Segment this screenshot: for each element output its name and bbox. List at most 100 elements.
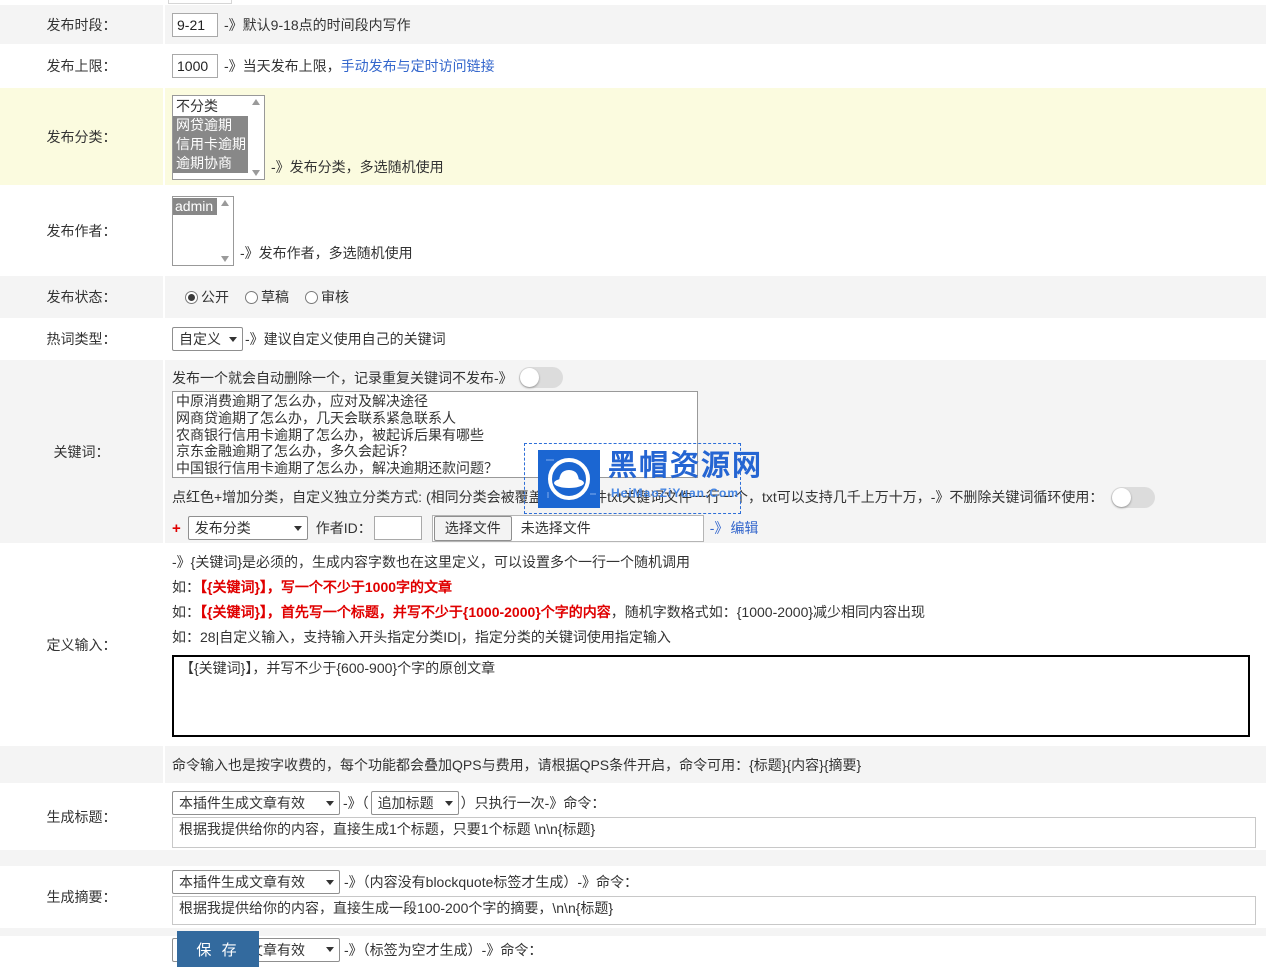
row-keywords: 关键词： 发布一个就会自动删除一个，记录重复关键词不发布-》 中原消费逾期了怎么… — [0, 360, 1266, 543]
keyword-line[interactable]: 农商银行信用卡逾期了怎么办，被起诉后果有哪些 — [176, 427, 694, 444]
row-define-input: 定义输入： -》{关键词}是必须的，生成内容字数也在这里定义，可以设置多个一行一… — [0, 543, 1266, 746]
row-publish-limit: 发布上限： -》当天发布上限， 手动发布与定时访问链接 — [0, 44, 1266, 88]
scroll-down-icon[interactable] — [221, 256, 229, 262]
hotword-type-desc: -》建议自定义使用自己的关键词 — [245, 329, 446, 349]
scroll-up-icon[interactable] — [221, 200, 229, 206]
publish-time-input[interactable] — [172, 13, 218, 37]
row-publish-time: 发布时段： -》默认9-18点的时间段内写作 — [0, 5, 1266, 44]
author-multiselect[interactable]: admin — [172, 196, 234, 266]
manual-publish-link[interactable]: 手动发布与定时访问链接 — [341, 56, 495, 76]
radio-draft[interactable]: 草稿 — [245, 287, 289, 307]
define-input-hint: -》{关键词}是必须的，生成内容字数也在这里定义，可以设置多个一行一个随机调用 — [172, 555, 1266, 570]
select-value: 本插件生成文章有效 — [179, 793, 305, 813]
add-category-button[interactable]: + — [172, 520, 181, 537]
gen-title-mid2: ）只执行一次-》命令： — [461, 793, 606, 813]
radio-label: 草稿 — [261, 287, 289, 307]
edit-arrow: -》 — [710, 518, 729, 538]
example-prefix: 如： — [172, 579, 200, 595]
row-publish-category: 发布分类： 不分类 网贷逾期 信用卡逾期 逾期协商 -》发布分类，多选随机使用 — [0, 88, 1266, 185]
publish-category-desc: -》发布分类，多选随机使用 — [271, 157, 444, 177]
keywords-label: 关键词： — [0, 360, 165, 543]
edit-link[interactable]: 编辑 — [730, 518, 758, 538]
publish-author-desc: -》发布作者，多选随机使用 — [240, 243, 413, 263]
empty-label — [0, 936, 165, 960]
category-upload-note: 点红色+增加分类，自定义独立分类方式: (相同分类会被覆盖) 上传文件txt关键… — [172, 487, 1103, 507]
example-prefix: 如： — [172, 604, 200, 620]
keyword-line[interactable]: 中国银行信用卡逾期了怎么办，解决逾期还款问题？ — [176, 460, 694, 477]
hotword-type-select[interactable]: 自定义 — [172, 327, 243, 351]
gen-summary-mode-select[interactable]: 本插件生成文章有效 — [172, 870, 340, 894]
auto-delete-note: 发布一个就会自动删除一个，记录重复关键词不发布-》 — [172, 368, 513, 388]
gen-tags-desc: -》（标签为空才生成）-》命令： — [344, 940, 542, 960]
publish-time-desc: -》默认9-18点的时间段内写作 — [224, 15, 411, 35]
keyword-line[interactable]: 中原消费逾期了怎么办，应对及解决途径 — [176, 393, 694, 410]
chevron-down-icon — [445, 801, 453, 806]
gen-title-command-textarea[interactable]: 根据我提供给你的内容，直接生成1个标题，只要1个标题 \n\n{标题} — [172, 817, 1256, 848]
radio-circle-icon — [185, 291, 198, 304]
publish-limit-desc: -》当天发布上限， — [224, 56, 341, 76]
gen-summary-command-textarea[interactable]: 根据我提供给你的内容，直接生成一段100-200个字的摘要，\n\n{标题} — [172, 896, 1256, 925]
toggle-knob-icon — [1112, 488, 1131, 507]
row-publish-author: 发布作者： admin -》发布作者，多选随机使用 — [0, 185, 1266, 276]
chevron-down-icon — [294, 526, 302, 531]
publish-author-label: 发布作者： — [0, 185, 165, 276]
empty-label — [0, 746, 165, 783]
listbox-option[interactable]: admin — [173, 198, 217, 215]
define-input-textarea[interactable]: 【{关键词}】，并写不少于{600-900}个字的原创文章 — [172, 655, 1250, 737]
row-gen-title: 生成标题： 本插件生成文章有效 -》（ 追加标题 ）只执行一次-》命令： 根据我… — [0, 783, 1266, 850]
clipped-input-fragment — [168, 0, 232, 4]
no-repeat-toggle[interactable] — [519, 367, 563, 388]
chevron-down-icon — [326, 880, 334, 885]
keywords-listbox[interactable]: 中原消费逾期了怎么办，应对及解决途径 网商贷逾期了怎么办，几天会联系紧急联系人 … — [172, 391, 698, 478]
listbox-scrollbar[interactable] — [217, 197, 233, 265]
file-status-text: 未选择文件 — [521, 518, 591, 538]
radio-label: 公开 — [201, 287, 229, 307]
define-input-example1: 如：【{关键词}】，写一个不少于1000字的文章 — [172, 580, 1266, 595]
radio-public[interactable]: 公开 — [185, 287, 229, 307]
select-value: 追加标题 — [378, 793, 434, 813]
scroll-up-icon[interactable] — [252, 99, 260, 105]
keyword-category-select[interactable]: 发布分类 — [188, 516, 308, 540]
select-value: 发布分类 — [195, 518, 251, 538]
gen-title-append-select[interactable]: 追加标题 — [371, 791, 459, 815]
gen-title-mode-select[interactable]: 本插件生成文章有效 — [172, 791, 340, 815]
listbox-option[interactable]: 不分类 — [173, 97, 248, 116]
author-id-label: 作者ID： — [316, 518, 372, 538]
radio-circle-icon — [305, 291, 318, 304]
publish-status-label: 发布状态： — [0, 276, 165, 318]
listbox-option[interactable]: 网贷逾期 — [173, 116, 248, 135]
chevron-down-icon — [326, 801, 334, 806]
publish-time-label: 发布时段： — [0, 5, 165, 44]
gen-summary-label: 生成摘要： — [0, 866, 165, 928]
category-multiselect[interactable]: 不分类 网贷逾期 信用卡逾期 逾期协商 — [172, 95, 265, 180]
define-input-example3: 如：28|自定义输入，支持输入开头指定分类ID|，指定分类的关键词使用指定输入 — [172, 630, 1266, 645]
chevron-down-icon — [229, 337, 237, 342]
define-input-label: 定义输入： — [0, 543, 165, 746]
example-red-text: 【{关键词}】，写一个不少于1000字的文章 — [200, 579, 452, 595]
file-input[interactable]: 选择文件 未选择文件 — [432, 515, 704, 542]
listbox-scrollbar[interactable] — [248, 96, 264, 179]
radio-circle-icon — [245, 291, 258, 304]
select-value: 自定义 — [179, 329, 221, 349]
row-publish-status: 发布状态： 公开 草稿 审核 — [0, 276, 1266, 318]
radio-review[interactable]: 审核 — [305, 287, 349, 307]
publish-category-label: 发布分类： — [0, 88, 165, 185]
listbox-option[interactable]: 逾期协商 — [173, 154, 248, 173]
choose-file-button[interactable]: 选择文件 — [434, 516, 512, 541]
example-rest-text: ，随机字数格式如：{1000-2000}减少相同内容出现 — [611, 604, 925, 620]
scroll-down-icon[interactable] — [252, 170, 260, 176]
example-red-text: 【{关键词}】，首先写一个标题，并写不少于{1000-2000}个字的内容 — [200, 604, 611, 620]
author-id-input[interactable] — [374, 516, 422, 540]
keep-keywords-toggle[interactable] — [1111, 487, 1155, 508]
select-value: 本插件生成文章有效 — [179, 872, 305, 892]
publish-limit-input[interactable] — [172, 54, 218, 78]
publish-limit-label: 发布上限： — [0, 44, 165, 88]
save-button[interactable]: 保 存 — [177, 931, 259, 967]
row-hotword-type: 热词类型： 自定义 -》建议自定义使用自己的关键词 — [0, 318, 1266, 360]
hotword-type-label: 热词类型： — [0, 318, 165, 360]
keyword-line[interactable]: 京东金融逾期了怎么办，多久会起诉？ — [176, 443, 694, 460]
chevron-down-icon — [326, 947, 334, 952]
keyword-line[interactable]: 网商贷逾期了怎么办，几天会联系紧急联系人 — [176, 410, 694, 427]
gen-summary-desc: -》（内容没有blockquote标签才生成）-》命令： — [344, 872, 638, 892]
listbox-option[interactable]: 信用卡逾期 — [173, 135, 248, 154]
